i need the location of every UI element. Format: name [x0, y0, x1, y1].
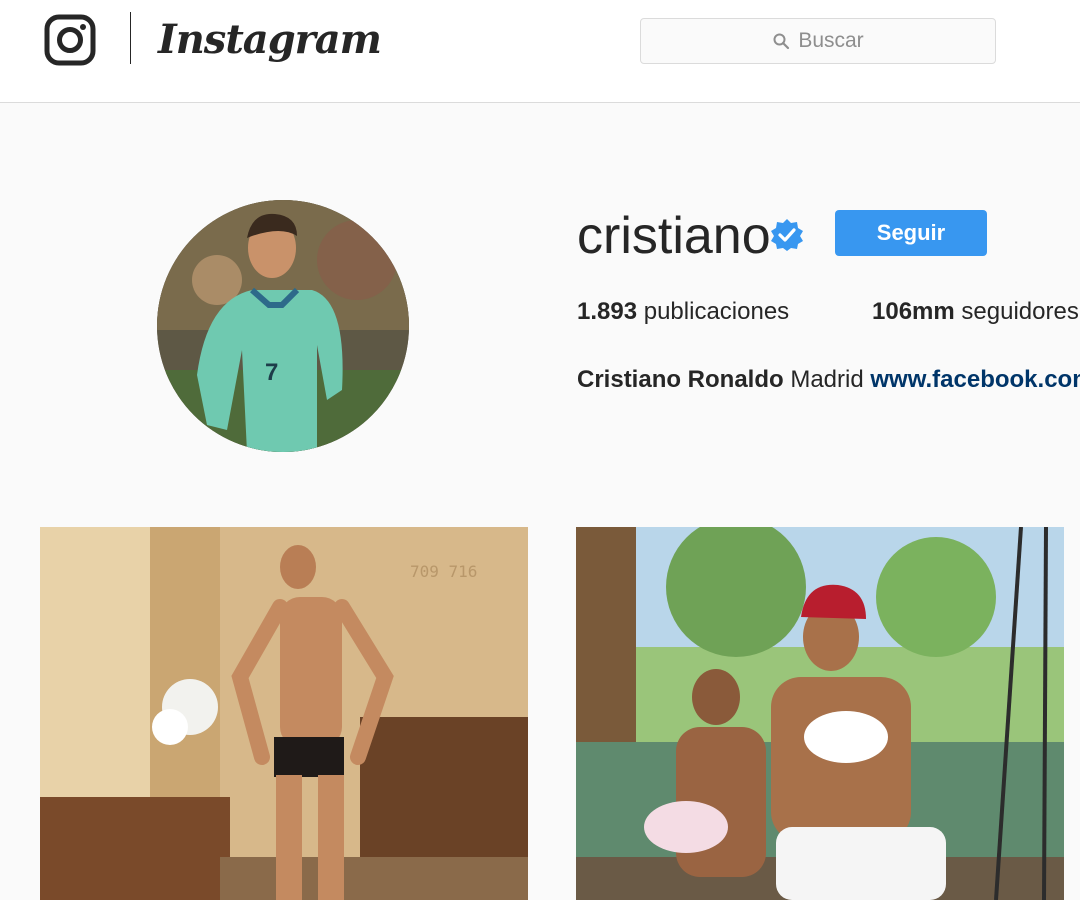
instagram-camera-icon[interactable] [44, 14, 96, 66]
search-placeholder: Buscar [798, 29, 864, 52]
search-icon [773, 33, 790, 50]
followers-label: seguidores [961, 298, 1079, 325]
post-thumbnail[interactable] [576, 527, 1064, 900]
follow-button[interactable]: Seguir [835, 210, 987, 256]
posts-stat: 1.893 publicaciones [577, 298, 789, 326]
profile-location: Madrid [790, 366, 864, 393]
header-divider [130, 12, 131, 64]
profile-avatar[interactable]: 7 [157, 200, 409, 452]
profile-bio: Cristiano Ronaldo Madrid www.facebook.co… [577, 366, 1080, 394]
posts-count: 1.893 [577, 298, 638, 325]
instagram-wordmark-logo[interactable]: Instagram [158, 12, 382, 68]
profile-website-link[interactable]: www.facebook.com [870, 366, 1080, 393]
followers-count: 106mm [872, 298, 955, 325]
posts-label: publicaciones [643, 298, 790, 325]
top-navigation-bar: Instagram Buscar [0, 0, 1080, 103]
followers-stat[interactable]: 106mm seguidores [872, 298, 1079, 326]
post-thumbnail[interactable]: 709 716 [40, 527, 528, 900]
search-input[interactable]: Buscar [640, 18, 996, 64]
profile-username: cristiano [577, 207, 771, 265]
post-poster-text: 709 716 [410, 562, 477, 581]
svg-text:7: 7 [265, 359, 278, 386]
profile-full-name: Cristiano Ronaldo [577, 366, 784, 393]
verified-badge-icon [771, 219, 803, 251]
